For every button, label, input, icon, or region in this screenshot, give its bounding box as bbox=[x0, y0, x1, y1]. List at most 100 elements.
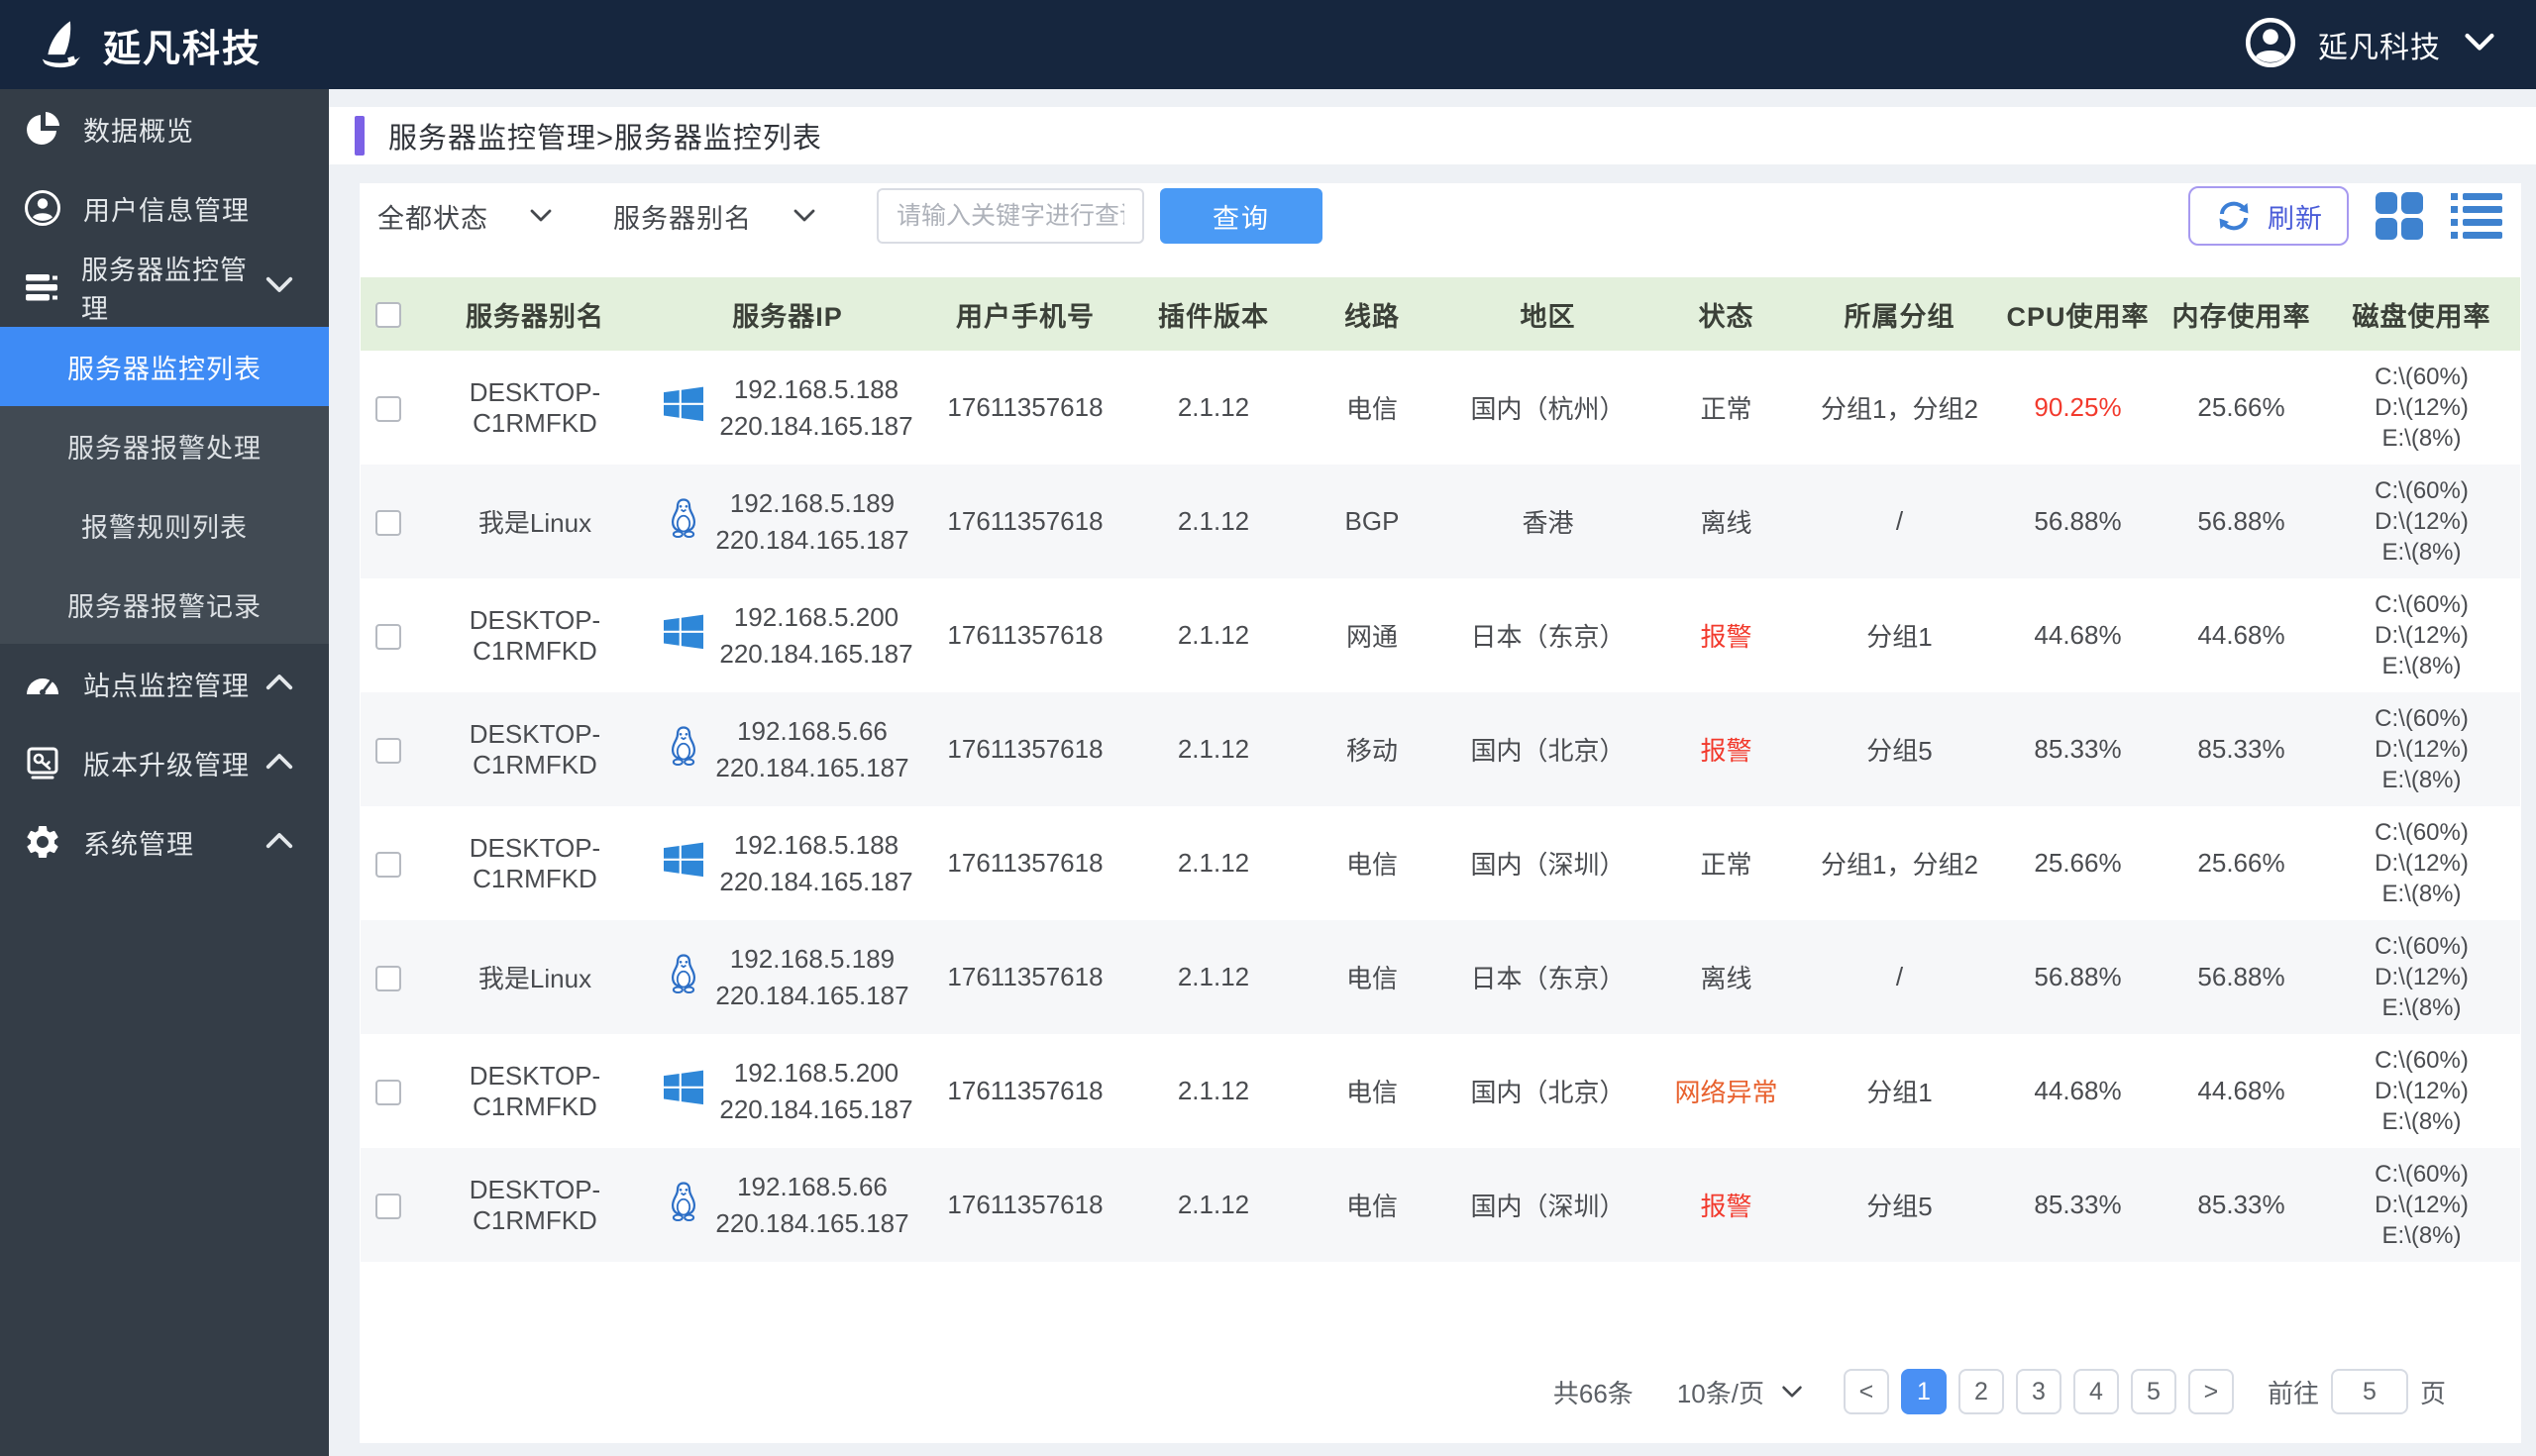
gauge-icon bbox=[22, 663, 63, 704]
phone-cell: 17611357618 bbox=[921, 578, 1129, 692]
ip-cell: 192.168.5.188220.184.165.187 bbox=[654, 351, 921, 465]
row-checkbox[interactable] bbox=[375, 966, 401, 991]
sidebar-subitem-alarm-handle[interactable]: 服务器报警处理 bbox=[0, 406, 329, 485]
row-checkbox[interactable] bbox=[375, 738, 401, 764]
ip-cell: 192.168.5.188220.184.165.187 bbox=[654, 806, 921, 920]
goto-page-input[interactable] bbox=[2331, 1369, 2408, 1414]
pagination: 共66条 10条/页 < 1 2 3 4 5 > 前往 页 bbox=[360, 1369, 2521, 1414]
row-select-cell bbox=[361, 1148, 416, 1262]
page-size-select[interactable]: 10条/页 bbox=[1677, 1374, 1804, 1410]
alias-cell: DESKTOP-C1RMFKD bbox=[416, 351, 654, 465]
page-button-2[interactable]: 2 bbox=[1958, 1369, 2004, 1414]
table-row: DESKTOP-C1RMFKD bbox=[361, 806, 2520, 920]
page-button-1[interactable]: 1 bbox=[1901, 1369, 1947, 1414]
alias-cell: DESKTOP-C1RMFKD bbox=[416, 692, 654, 806]
select-all-header bbox=[361, 277, 416, 351]
refresh-icon bbox=[2214, 198, 2254, 234]
group-cell: / bbox=[1803, 920, 1996, 1034]
next-page-button[interactable]: > bbox=[2188, 1369, 2234, 1414]
row-checkbox[interactable] bbox=[375, 1080, 401, 1105]
status-select-value: 全都状态 bbox=[377, 197, 488, 236]
memory-cell: 25.66% bbox=[2160, 806, 2323, 920]
windows-icon bbox=[662, 1068, 705, 1114]
disk-cell: C:\(60%)D:\(12%)E:\(8%) bbox=[2323, 806, 2520, 920]
breadcrumb: 服务器监控管理>服务器监控列表 bbox=[388, 115, 822, 156]
field-select[interactable]: 服务器别名 bbox=[613, 197, 817, 236]
row-select-cell bbox=[361, 920, 416, 1034]
row-select-cell bbox=[361, 1034, 416, 1148]
cpu-cell: 90.25% bbox=[1996, 351, 2160, 465]
line-cell: BGP bbox=[1298, 465, 1446, 578]
windows-icon bbox=[662, 840, 705, 886]
page-button-4[interactable]: 4 bbox=[2073, 1369, 2119, 1414]
disk-cell: C:\(60%)D:\(12%)E:\(8%) bbox=[2323, 920, 2520, 1034]
refresh-button[interactable]: 刷新 bbox=[2188, 186, 2349, 246]
memory-cell: 44.68% bbox=[2160, 578, 2323, 692]
line-cell: 电信 bbox=[1298, 920, 1446, 1034]
row-checkbox[interactable] bbox=[375, 852, 401, 878]
sidebar-item-server-monitor[interactable]: 服务器监控管理 bbox=[0, 248, 329, 327]
toolbar-right: 刷新 bbox=[2188, 186, 2503, 246]
query-button[interactable]: 查询 bbox=[1160, 188, 1322, 244]
chevron-down-icon bbox=[1780, 1385, 1804, 1400]
phone-cell: 17611357618 bbox=[921, 692, 1129, 806]
region-cell: 国内（北京） bbox=[1446, 692, 1649, 806]
ip-addresses: 192.168.5.189220.184.165.187 bbox=[715, 941, 908, 1014]
windows-icon bbox=[662, 612, 705, 659]
memory-cell: 85.33% bbox=[2160, 692, 2323, 806]
cpu-cell: 44.68% bbox=[1996, 578, 2160, 692]
memory-cell: 25.66% bbox=[2160, 351, 2323, 465]
sidebar-item-user-info[interactable]: 用户信息管理 bbox=[0, 168, 329, 248]
goto-label: 前往 bbox=[2268, 1374, 2319, 1410]
column-header-4: 线路 bbox=[1298, 277, 1446, 351]
phone-cell: 17611357618 bbox=[921, 806, 1129, 920]
linux-icon bbox=[666, 496, 701, 547]
group-cell: 分组1，分组2 bbox=[1803, 806, 1996, 920]
prev-page-button[interactable]: < bbox=[1844, 1369, 1889, 1414]
alias-cell: DESKTOP-C1RMFKD bbox=[416, 578, 654, 692]
page-button-5[interactable]: 5 bbox=[2131, 1369, 2176, 1414]
page-button-3[interactable]: 3 bbox=[2016, 1369, 2061, 1414]
linux-icon bbox=[666, 1180, 701, 1230]
grid-view-icon[interactable] bbox=[2373, 189, 2426, 243]
breadcrumb-strip: 服务器监控管理>服务器监控列表 bbox=[329, 107, 2536, 164]
chevron-down-icon bbox=[2463, 32, 2496, 58]
line-cell: 电信 bbox=[1298, 1034, 1446, 1148]
column-header-6: 状态 bbox=[1649, 277, 1803, 351]
region-cell: 日本（东京） bbox=[1446, 920, 1649, 1034]
alias-cell: 我是Linux bbox=[416, 465, 654, 578]
row-checkbox[interactable] bbox=[375, 396, 401, 422]
version-cell: 2.1.12 bbox=[1129, 465, 1298, 578]
row-checkbox[interactable] bbox=[375, 624, 401, 650]
row-checkbox[interactable] bbox=[375, 1194, 401, 1219]
table-row: 我是Linux bbox=[361, 465, 2520, 578]
status-select[interactable]: 全都状态 bbox=[377, 197, 554, 236]
table-row: DESKTOP-C1RMFKD bbox=[361, 1148, 2520, 1262]
list-view-icon[interactable] bbox=[2450, 189, 2503, 243]
table-row: DESKTOP-C1RMFKD bbox=[361, 692, 2520, 806]
gear-icon bbox=[22, 821, 63, 863]
cpu-cell: 85.33% bbox=[1996, 1148, 2160, 1262]
search-input[interactable] bbox=[877, 188, 1144, 244]
field-select-value: 服务器别名 bbox=[613, 197, 752, 236]
sidebar-subitem-alarm-rules[interactable]: 报警规则列表 bbox=[0, 485, 329, 565]
sidebar-subitem-monitor-list[interactable]: 服务器监控列表 bbox=[0, 327, 329, 406]
memory-cell: 56.88% bbox=[2160, 465, 2323, 578]
sidebar-item-label: 数据概览 bbox=[83, 110, 194, 149]
select-all-checkbox[interactable] bbox=[375, 302, 401, 328]
row-checkbox[interactable] bbox=[375, 510, 401, 536]
user-menu[interactable]: 延凡科技 bbox=[2245, 17, 2496, 73]
status-cell: 离线 bbox=[1649, 920, 1803, 1034]
region-cell: 国内（深圳） bbox=[1446, 1148, 1649, 1262]
sidebar-item-site-monitor[interactable]: 站点监控管理 bbox=[0, 644, 329, 723]
ip-addresses: 192.168.5.188220.184.165.187 bbox=[719, 371, 912, 445]
version-cell: 2.1.12 bbox=[1129, 692, 1298, 806]
cpu-cell: 56.88% bbox=[1996, 920, 2160, 1034]
sidebar-item-system[interactable]: 系统管理 bbox=[0, 802, 329, 882]
sidebar-item-data-overview[interactable]: 数据概览 bbox=[0, 89, 329, 168]
sidebar-subitem-alarm-records[interactable]: 服务器报警记录 bbox=[0, 565, 329, 644]
sidebar-item-version-upgrade[interactable]: 版本升级管理 bbox=[0, 723, 329, 802]
region-cell: 香港 bbox=[1446, 465, 1649, 578]
ip-cell: 192.168.5.200220.184.165.187 bbox=[654, 1034, 921, 1148]
status-cell: 正常 bbox=[1649, 806, 1803, 920]
